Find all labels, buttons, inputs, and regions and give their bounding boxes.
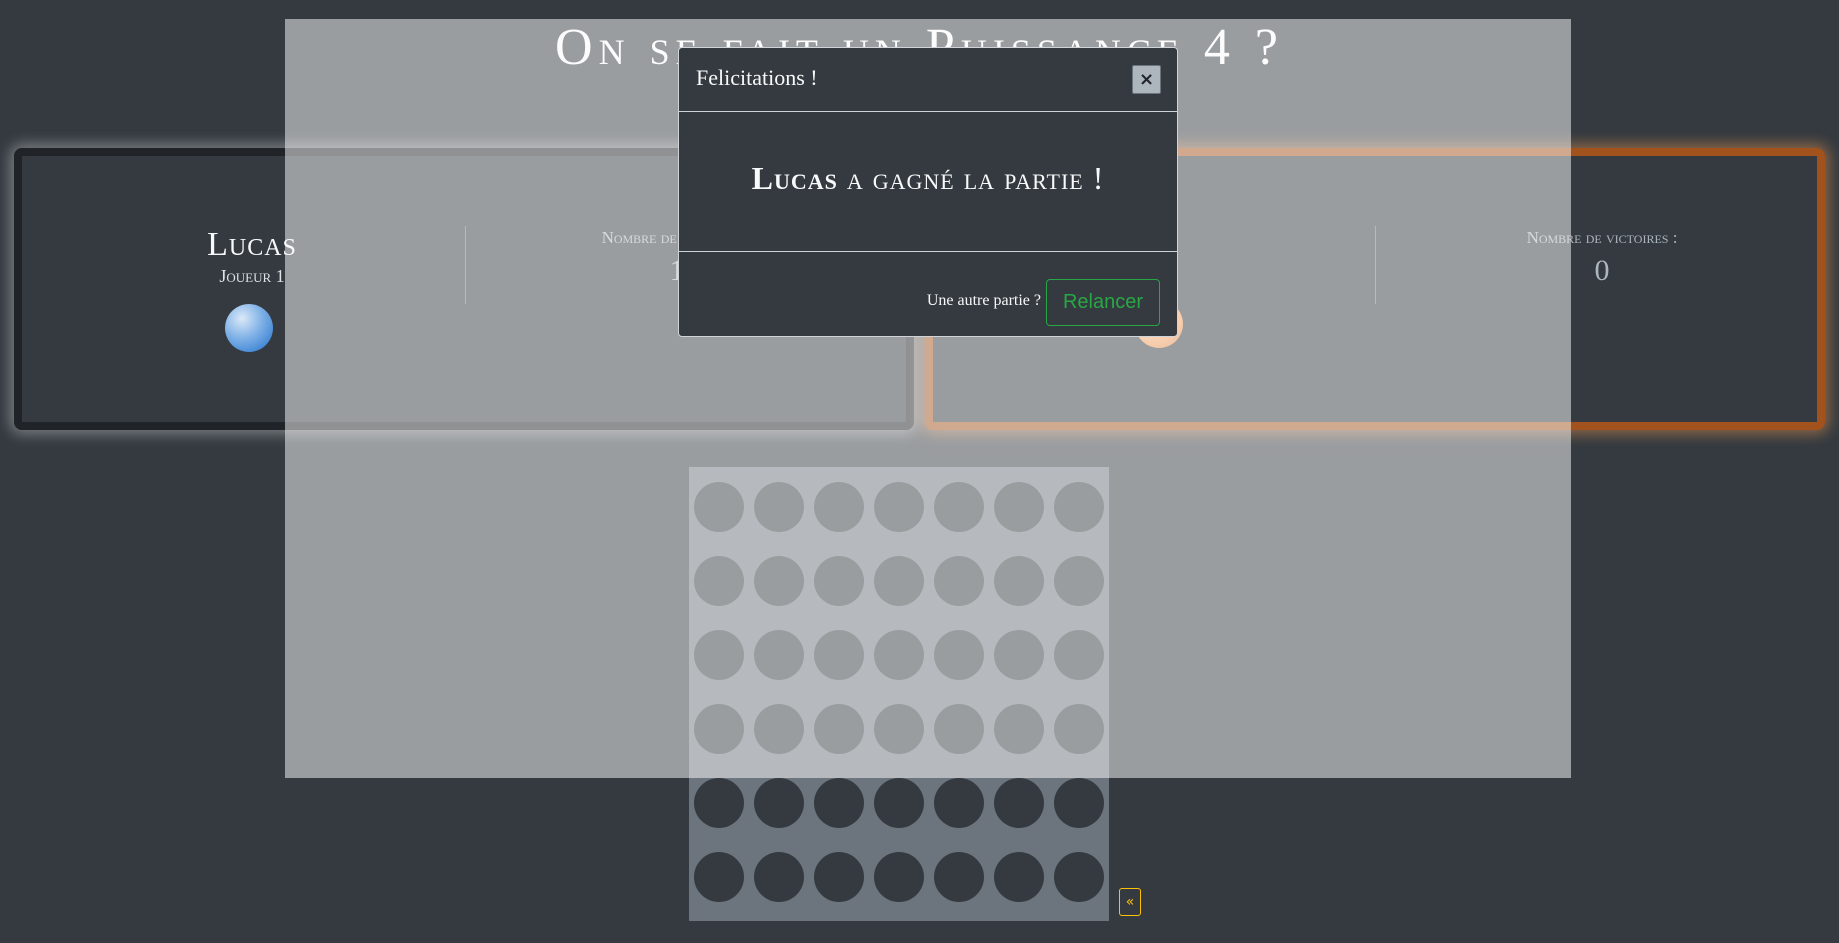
board-cell-empty[interactable] bbox=[874, 778, 924, 828]
close-button[interactable]: × bbox=[1132, 65, 1161, 94]
board-cell-orange-token[interactable] bbox=[814, 852, 864, 902]
board-cell-orange-token[interactable] bbox=[874, 852, 924, 902]
modal-body: Lucas a gagné la partie ! bbox=[679, 112, 1177, 252]
board-cell-empty[interactable] bbox=[994, 852, 1044, 902]
replay-button[interactable]: Relancer bbox=[1046, 279, 1160, 326]
victory-modal: Felicitations ! × Lucas a gagné la parti… bbox=[678, 47, 1178, 337]
modal-footer: Une autre partie ? Relancer bbox=[679, 252, 1177, 338]
winner-name: Lucas bbox=[751, 160, 838, 196]
board-cell-empty[interactable] bbox=[1054, 778, 1104, 828]
board-cell-orange-token[interactable] bbox=[754, 852, 804, 902]
board-cell-empty[interactable] bbox=[994, 778, 1044, 828]
modal-header: Felicitations ! × bbox=[679, 48, 1177, 112]
board-cell-empty[interactable] bbox=[1054, 852, 1104, 902]
replay-question: Une autre partie ? bbox=[926, 292, 1041, 309]
winner-suffix: a gagné la partie ! bbox=[846, 160, 1105, 196]
board-cell-empty[interactable] bbox=[754, 778, 804, 828]
board-cell-empty[interactable] bbox=[934, 778, 984, 828]
board-cell-blue-token[interactable] bbox=[694, 852, 744, 902]
board-cell-blue-token[interactable] bbox=[694, 778, 744, 828]
modal-title: Felicitations ! bbox=[696, 65, 818, 90]
board-cell-empty[interactable] bbox=[934, 852, 984, 902]
player1-token bbox=[225, 304, 273, 352]
winner-message: Lucas a gagné la partie ! bbox=[679, 160, 1177, 197]
collapse-button[interactable]: « bbox=[1119, 888, 1141, 916]
board-cell-empty[interactable] bbox=[814, 778, 864, 828]
